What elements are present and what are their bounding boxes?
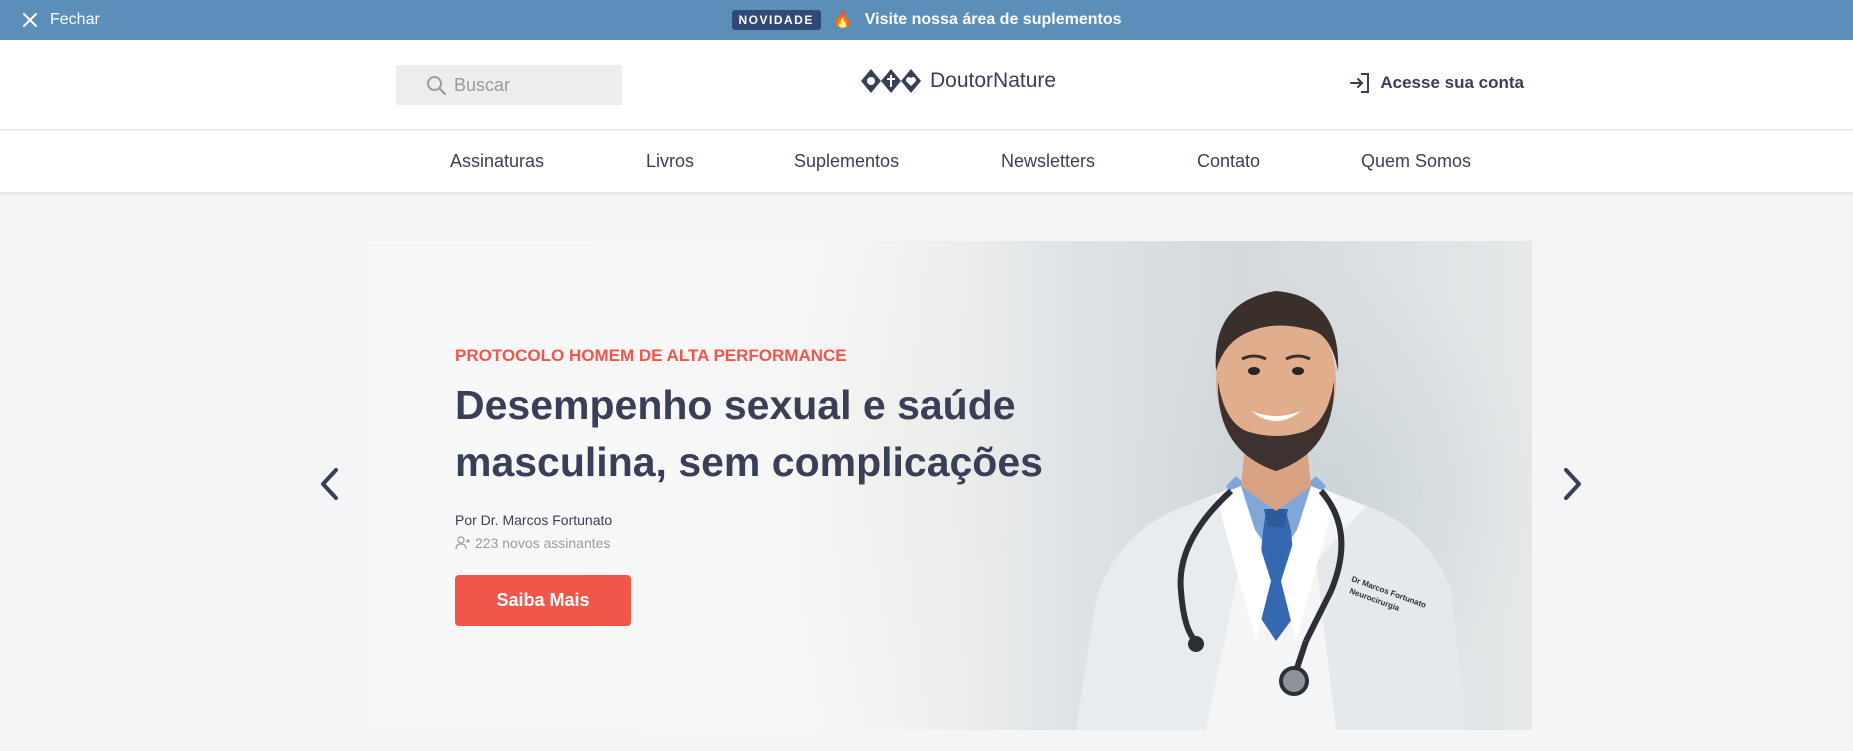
search-icon xyxy=(427,76,447,96)
chevron-left-icon xyxy=(321,468,338,500)
nav-item-assinaturas[interactable]: Assinaturas xyxy=(450,151,544,172)
logo-mark-icon xyxy=(861,69,921,93)
hero-author: Por Dr. Marcos Fortunato xyxy=(455,512,613,528)
site-header: DoutorNature Acesse sua conta xyxy=(0,40,1853,130)
hero-kicker: PROTOCOLO HOMEM DE ALTA PERFORMANCE xyxy=(455,346,847,365)
carousel-prev-button[interactable] xyxy=(315,466,345,502)
chevron-right-icon xyxy=(1564,468,1581,500)
learn-more-button[interactable]: Saiba Mais xyxy=(455,575,631,626)
site-logo[interactable]: DoutorNature xyxy=(860,68,1056,94)
fire-icon: 🔥 xyxy=(832,12,853,29)
nav-item-livros[interactable]: Livros xyxy=(646,151,694,172)
carousel-next-button[interactable] xyxy=(1557,466,1587,502)
add-user-icon xyxy=(455,536,470,550)
nav-item-suplementos[interactable]: Suplementos xyxy=(794,151,899,172)
announcement-bar: Fechar NOVIDADE 🔥 Visite nossa área de s… xyxy=(0,0,1853,40)
login-icon xyxy=(1350,73,1370,93)
new-badge: NOVIDADE xyxy=(731,10,821,30)
logo-text: DoutorNature xyxy=(930,69,1057,92)
hero-slide: Dr Marcos Fortunato Neurocirurgia PROTOC… xyxy=(368,241,1532,730)
nav-item-newsletters[interactable]: Newsletters xyxy=(1001,151,1095,172)
nav-item-contato[interactable]: Contato xyxy=(1197,151,1260,172)
promo-container: NOVIDADE 🔥 Visite nossa área de suplemen… xyxy=(0,0,1853,40)
nav-item-quem-somos[interactable]: Quem Somos xyxy=(1361,151,1471,172)
doctor-portrait-image: Dr Marcos Fortunato Neurocirurgia xyxy=(1076,291,1466,730)
subscriber-count: 223 novos assinantes xyxy=(455,535,610,551)
search-box[interactable] xyxy=(396,65,622,105)
subscriber-count-label: 223 novos assinantes xyxy=(475,535,611,551)
promo-link[interactable]: Visite nossa área de suplementos xyxy=(865,11,1122,29)
search-input[interactable] xyxy=(454,74,614,96)
account-label: Acesse sua conta xyxy=(1380,73,1524,92)
main-nav: Assinaturas Livros Suplementos Newslette… xyxy=(0,131,1853,192)
hero-title: Desempenho sexual e saúde masculina, sem… xyxy=(455,382,1043,485)
account-link[interactable]: Acesse sua conta xyxy=(1348,71,1524,95)
